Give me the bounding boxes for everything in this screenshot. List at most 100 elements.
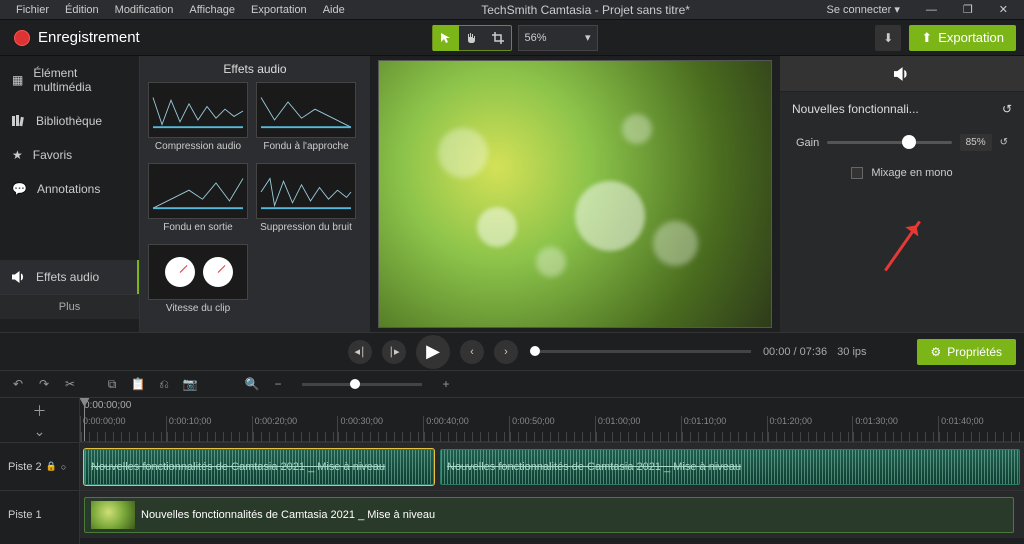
clip-thumbnail: [91, 501, 135, 529]
timeline-ruler[interactable]: 0:00:00;00 0:00:00;000:00:10;000:00:20;0…: [80, 398, 1024, 442]
export-button[interactable]: ⬆ Exportation: [909, 25, 1016, 51]
sidebar-item-library[interactable]: Bibliothèque: [0, 104, 139, 138]
sidebar-label: Bibliothèque: [36, 114, 102, 128]
prev-frame-button[interactable]: ◂∣: [348, 340, 372, 364]
transport-slider[interactable]: [530, 350, 751, 353]
ruler-tick: 0:00:30;00: [337, 416, 423, 442]
record-button[interactable]: Enregistrement: [0, 20, 154, 55]
collapse-button[interactable]: ⌄: [34, 423, 46, 440]
playhead[interactable]: [84, 398, 85, 441]
effect-noise-removal[interactable]: Suppression du bruit: [256, 163, 356, 236]
lock-icon[interactable]: 🔒: [46, 461, 57, 472]
zoom-minus[interactable]: −: [268, 374, 288, 394]
sidebar-item-annotations[interactable]: 💬 Annotations: [0, 172, 139, 206]
cut-button[interactable]: ✂: [60, 374, 80, 394]
signin-dropdown[interactable]: Se connecter ▾: [819, 3, 908, 16]
sidebar: ▦ Élément multimédia Bibliothèque ★ Favo…: [0, 56, 140, 332]
undo-button[interactable]: ↶: [8, 374, 28, 394]
ruler-tick: 0:00:50;00: [509, 416, 595, 442]
menu-file[interactable]: Fichier: [8, 4, 57, 16]
reset-icon[interactable]: ↺: [1002, 102, 1012, 116]
step-back-button[interactable]: ‹: [460, 340, 484, 364]
media-panel-header: Effets audio: [140, 56, 370, 82]
export-label: Exportation: [938, 30, 1004, 45]
gain-slider[interactable]: [827, 141, 951, 144]
media-panel: Effets audio Compression audio Fondu à l…: [140, 56, 370, 332]
clip-video-1[interactable]: Nouvelles fonctionnalités de Camtasia 20…: [84, 497, 1014, 533]
step-fwd-button[interactable]: ›: [494, 340, 518, 364]
gain-value[interactable]: 85%: [960, 134, 992, 151]
split-button[interactable]: ⎌: [154, 374, 174, 394]
media-icon: ▦: [12, 73, 23, 87]
paste-button[interactable]: 📋: [128, 374, 148, 394]
mix-mono-checkbox[interactable]: [851, 167, 863, 179]
sidebar-label: Effets audio: [36, 270, 99, 284]
copy-button[interactable]: ⧉: [102, 374, 122, 394]
track-header-1[interactable]: Piste 1: [0, 490, 79, 538]
clip-audio-2[interactable]: Nouvelles fonctionnalités de Camtasia 20…: [440, 449, 1020, 485]
thumb-caption: Fondu en sortie: [163, 219, 233, 236]
reset-icon[interactable]: ↺: [1000, 137, 1008, 148]
speaker-icon: [894, 67, 910, 81]
ruler-tick: 0:01:00;00: [595, 416, 681, 442]
preview-canvas[interactable]: [378, 60, 772, 328]
add-track-button[interactable]: ＋: [33, 401, 47, 421]
maximize-icon[interactable]: ❐: [955, 3, 981, 16]
minimize-icon[interactable]: —: [918, 4, 945, 16]
menu-edit[interactable]: Édition: [57, 4, 107, 16]
zoom-plus[interactable]: +: [436, 374, 456, 394]
ruler-tick: 0:00:20;00: [252, 416, 338, 442]
time-display: 00:00 / 07:36: [763, 346, 827, 358]
record-icon: [14, 30, 30, 46]
timeline-zoom-slider[interactable]: [302, 383, 422, 386]
sidebar-item-media[interactable]: ▦ Élément multimédia: [0, 56, 139, 104]
menu-view[interactable]: Affichage: [181, 4, 243, 16]
effect-fade-in[interactable]: Fondu à l'approche: [256, 82, 356, 155]
props-section-header: Nouvelles fonctionnali... ↺: [780, 92, 1024, 126]
props-tab-audio[interactable]: [780, 56, 1024, 92]
gain-label: Gain: [796, 137, 819, 149]
track-1[interactable]: Nouvelles fonctionnalités de Camtasia 20…: [80, 490, 1024, 538]
sidebar-more[interactable]: Plus: [0, 294, 139, 319]
clip-audio-1[interactable]: Nouvelles fonctionnalités de Camtasia 20…: [84, 449, 434, 485]
gain-slider-thumb[interactable]: [902, 135, 916, 149]
properties-button[interactable]: ⚙ Propriétés: [917, 339, 1016, 365]
ruler-tick: 0:01:10;00: [681, 416, 767, 442]
effect-fade-out[interactable]: Fondu en sortie: [148, 163, 248, 236]
sidebar-label: Favoris: [33, 148, 72, 162]
ruler-tick: 0:00:00;00: [80, 416, 166, 442]
track-header-2[interactable]: Piste 2 🔒 ○: [0, 442, 79, 490]
main-toolbar: Enregistrement 56%▾ ⬇ ⬆ Exportation: [0, 20, 1024, 56]
menu-help[interactable]: Aide: [315, 4, 353, 16]
play-button[interactable]: ▶: [416, 335, 450, 369]
camera-icon[interactable]: 📷: [180, 374, 200, 394]
sidebar-item-favorites[interactable]: ★ Favoris: [0, 138, 139, 172]
sidebar-label: Élément multimédia: [33, 66, 127, 94]
record-label: Enregistrement: [38, 29, 140, 46]
next-frame-button[interactable]: ∣▸: [382, 340, 406, 364]
zoom-select[interactable]: 56%▾: [518, 25, 598, 51]
download-icon[interactable]: ⬇: [875, 25, 901, 51]
effect-clip-speed[interactable]: Vitesse du clip: [148, 244, 248, 317]
annotation-icon: 💬: [12, 182, 27, 196]
speaker-icon: [12, 271, 26, 283]
tool-pan[interactable]: [459, 25, 485, 51]
close-icon[interactable]: ✕: [991, 3, 1016, 16]
tool-crop[interactable]: [485, 25, 511, 51]
star-icon: ★: [12, 148, 23, 162]
annotation-arrow: [884, 221, 921, 272]
track-2[interactable]: Nouvelles fonctionnalités de Camtasia 20…: [80, 442, 1024, 490]
zoom-out-icon[interactable]: 🔍: [242, 374, 262, 394]
menu-modify[interactable]: Modification: [107, 4, 182, 16]
menu-export[interactable]: Exportation: [243, 4, 315, 16]
visibility-icon[interactable]: ○: [61, 462, 66, 472]
effect-compression[interactable]: Compression audio: [148, 82, 248, 155]
redo-button[interactable]: ↷: [34, 374, 54, 394]
preview-panel: [370, 56, 780, 332]
upload-icon: ⬆: [921, 30, 932, 46]
timeline-toolbar: ↶ ↷ ✂ ⧉ 📋 ⎌ 📷 🔍 − +: [0, 370, 1024, 398]
mix-mono-label: Mixage en mono: [871, 167, 952, 179]
thumb-caption: Suppression du bruit: [260, 219, 352, 236]
tool-select[interactable]: [433, 25, 459, 51]
sidebar-item-audio-effects[interactable]: Effets audio: [0, 260, 139, 294]
